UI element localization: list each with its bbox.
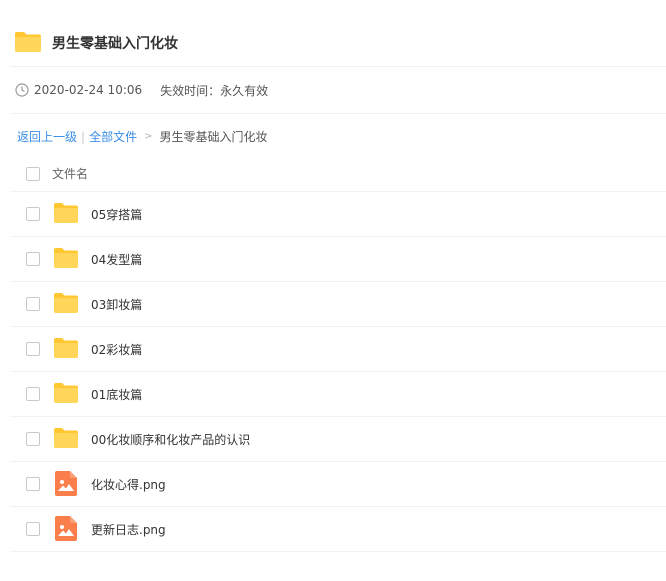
list-item[interactable]: 更新日志.png	[10, 507, 666, 552]
share-title: 男生零基础入门化妆	[52, 36, 178, 52]
column-header-filename: 文件名	[52, 167, 89, 181]
share-meta: 2020-02-24 10:06 失效时间：永久有效	[15, 82, 268, 98]
file-name[interactable]: 00化妆顺序和化妆产品的认识	[91, 431, 250, 448]
folder-icon	[54, 383, 78, 403]
list-item[interactable]: 化妆心得.png	[10, 462, 666, 507]
row-checkbox[interactable]	[26, 207, 40, 221]
file-name[interactable]: 更新日志.png	[91, 521, 166, 538]
file-list: 文件名 05穿搭篇 04发型篇 03卸妆篇 02彩妆篇 01底妆篇 00化妆顺序…	[10, 153, 666, 552]
share-date: 2020-02-24 10:06	[34, 83, 143, 97]
file-name[interactable]: 01底妆篇	[91, 386, 142, 403]
divider	[10, 113, 666, 114]
list-item[interactable]: 05穿搭篇	[10, 192, 666, 237]
row-checkbox[interactable]	[26, 252, 40, 266]
row-checkbox[interactable]	[26, 522, 40, 536]
list-item[interactable]: 02彩妆篇	[10, 327, 666, 372]
image-file-icon	[55, 471, 77, 496]
folder-icon	[54, 428, 78, 448]
file-name[interactable]: 05穿搭篇	[91, 206, 142, 223]
file-name[interactable]: 02彩妆篇	[91, 341, 142, 358]
folder-icon	[54, 338, 78, 358]
list-header: 文件名	[10, 153, 666, 192]
back-link[interactable]: 返回上一级	[17, 128, 77, 145]
breadcrumb-separator: |	[81, 129, 86, 144]
breadcrumb-arrow-icon: >	[144, 131, 153, 142]
list-item[interactable]: 00化妆顺序和化妆产品的认识	[10, 417, 666, 462]
row-checkbox[interactable]	[26, 432, 40, 446]
row-checkbox[interactable]	[26, 477, 40, 491]
list-item[interactable]: 03卸妆篇	[10, 282, 666, 327]
row-checkbox[interactable]	[26, 342, 40, 356]
share-header: 男生零基础入门化妆	[0, 0, 666, 70]
divider	[10, 66, 666, 67]
list-item[interactable]: 01底妆篇	[10, 372, 666, 417]
breadcrumb: 返回上一级 | 全部文件 > 男生零基础入门化妆	[17, 128, 267, 145]
expire-text: 失效时间：永久有效	[160, 83, 269, 98]
folder-icon	[15, 32, 41, 52]
select-all-checkbox[interactable]	[26, 167, 40, 181]
list-item[interactable]: 04发型篇	[10, 237, 666, 282]
file-name[interactable]: 化妆心得.png	[91, 476, 166, 493]
folder-icon	[54, 203, 78, 223]
folder-icon	[54, 293, 78, 313]
row-checkbox[interactable]	[26, 387, 40, 401]
file-name[interactable]: 04发型篇	[91, 251, 142, 268]
all-files-link[interactable]: 全部文件	[89, 128, 137, 145]
share-page: 男生零基础入门化妆 2020-02-24 10:06 失效时间：永久有效 返回上…	[0, 0, 666, 581]
clock-icon	[15, 83, 29, 97]
row-checkbox[interactable]	[26, 297, 40, 311]
folder-icon	[54, 248, 78, 268]
file-name[interactable]: 03卸妆篇	[91, 296, 142, 313]
breadcrumb-current: 男生零基础入门化妆	[159, 130, 268, 144]
image-file-icon	[55, 516, 77, 541]
